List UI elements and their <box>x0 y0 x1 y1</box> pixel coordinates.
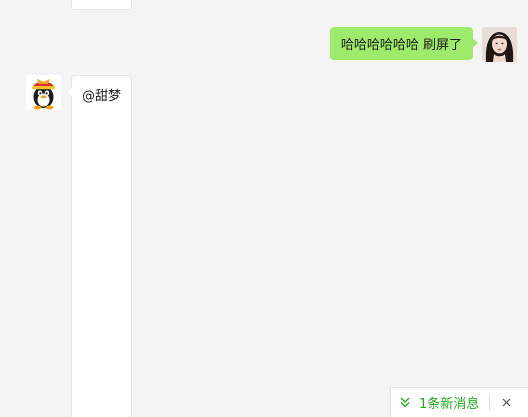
incoming-message-bubble[interactable]: @甜梦 <box>66 75 132 417</box>
close-notice-button[interactable] <box>490 388 522 417</box>
contact-avatar[interactable] <box>26 75 61 110</box>
close-icon <box>502 398 511 407</box>
outgoing-message-bubble[interactable]: 哈哈哈哈哈哈 刷屏了 <box>329 27 479 60</box>
new-message-label: 1条新消息 <box>419 397 480 412</box>
double-chevron-down-icon <box>400 397 410 408</box>
incoming-message-text: @甜梦 <box>82 89 122 104</box>
previous-message-bubble[interactable] <box>71 0 132 10</box>
new-message-notice: 1条新消息 <box>390 387 528 417</box>
penguin-icon <box>26 75 61 110</box>
jump-to-new-message-button[interactable]: 1条新消息 <box>391 388 479 417</box>
my-avatar[interactable] <box>482 27 517 62</box>
outgoing-message-text: 哈哈哈哈哈哈 刷屏了 <box>340 38 462 53</box>
user-photo-icon <box>482 27 517 62</box>
chat-message-area: 哈哈哈哈哈哈 刷屏了 @甜梦 1条新消息 <box>0 0 528 417</box>
